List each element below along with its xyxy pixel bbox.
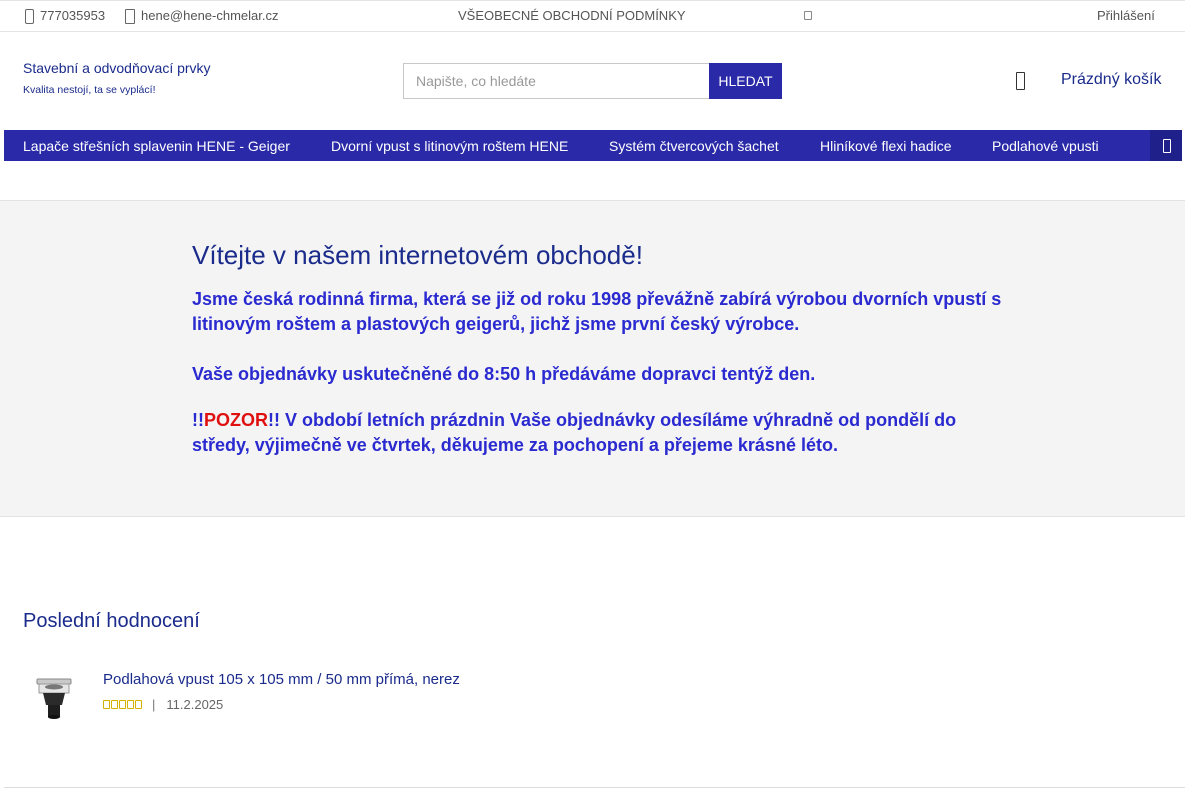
nav-item-geiger[interactable]: Lapače střešních splavenin HENE - Geiger [23, 138, 290, 154]
nav-item-square-shafts[interactable]: Systém čtvercových šachet [609, 138, 779, 154]
search-form: Hledat [403, 63, 782, 99]
search-input[interactable] [403, 63, 709, 99]
phone-contact[interactable]: 777035953 [23, 8, 105, 24]
product-image-floor-drain[interactable] [33, 675, 75, 721]
search-button[interactable]: Hledat [709, 63, 782, 99]
top-bar: 777035953 hene@hene-chmelar.cz VŠEOBECNÉ… [0, 0, 1185, 32]
rating-stars [103, 700, 142, 709]
review-meta: | 11.2.2025 [103, 697, 223, 712]
main-navigation: Lapače střešních splavenin HENE - Geiger… [4, 130, 1182, 161]
review-product-name[interactable]: Podlahová vpust 105 x 105 mm / 50 mm pří… [103, 671, 460, 688]
cart-icon[interactable] [1014, 70, 1026, 90]
nav-item-yard-drain[interactable]: Dvorní vpust s litinovým roštem HENE [331, 138, 568, 154]
welcome-dispatch-text: Vaše objednávky uskutečněné do 8:50 h př… [192, 364, 816, 384]
dropdown-icon[interactable] [804, 11, 812, 20]
star-icon [127, 700, 134, 709]
welcome-company-text: Jsme česká rodinná firma, která se již o… [192, 289, 1002, 334]
reviews-title: Poslední hodnocení [23, 610, 200, 632]
notice-body: !! V období letních prázdnin Vaše objedn… [192, 410, 957, 455]
welcome-heading: Vítejte v našem internetovém obchodě! [192, 240, 643, 270]
phone-icon [23, 8, 34, 24]
notice-prefix: !! [192, 410, 204, 430]
brand-title[interactable]: Stavební a odvodňovací prvky [23, 60, 211, 76]
login-link[interactable]: Přihlášení [1097, 8, 1155, 23]
terms-link[interactable]: VŠEOBECNÉ OBCHODNÍ PODMÍNKY [458, 8, 686, 23]
notice-warning: POZOR [204, 410, 269, 430]
nav-item-floor-drains[interactable]: Podlahové vpusti [992, 138, 1099, 154]
cart[interactable]: Prázdný košík [1014, 70, 1161, 90]
star-icon [135, 700, 142, 709]
review-date: 11.2.2025 [166, 697, 224, 712]
divider [4, 787, 1185, 788]
email-contact[interactable]: hene@hene-chmelar.cz [124, 8, 279, 24]
email-icon [124, 8, 135, 24]
star-icon [103, 700, 110, 709]
phone-number[interactable]: 777035953 [40, 8, 105, 23]
star-icon [111, 700, 118, 709]
nav-more-icon[interactable] [1150, 130, 1182, 161]
star-icon [119, 700, 126, 709]
email-address[interactable]: hene@hene-chmelar.cz [141, 8, 279, 23]
brand-subtitle: Kvalita nestojí, ta se vyplácí! [23, 84, 156, 96]
welcome-notice-text: !!POZOR!! V období letních prázdnin Vaše… [192, 408, 1002, 458]
nav-item-flexi-hoses[interactable]: Hliníkové flexi hadice [820, 138, 952, 154]
cart-label[interactable]: Prázdný košík [1061, 71, 1161, 89]
welcome-banner: Vítejte v našem internetovém obchodě! Js… [0, 200, 1185, 517]
meta-separator: | [152, 697, 156, 712]
